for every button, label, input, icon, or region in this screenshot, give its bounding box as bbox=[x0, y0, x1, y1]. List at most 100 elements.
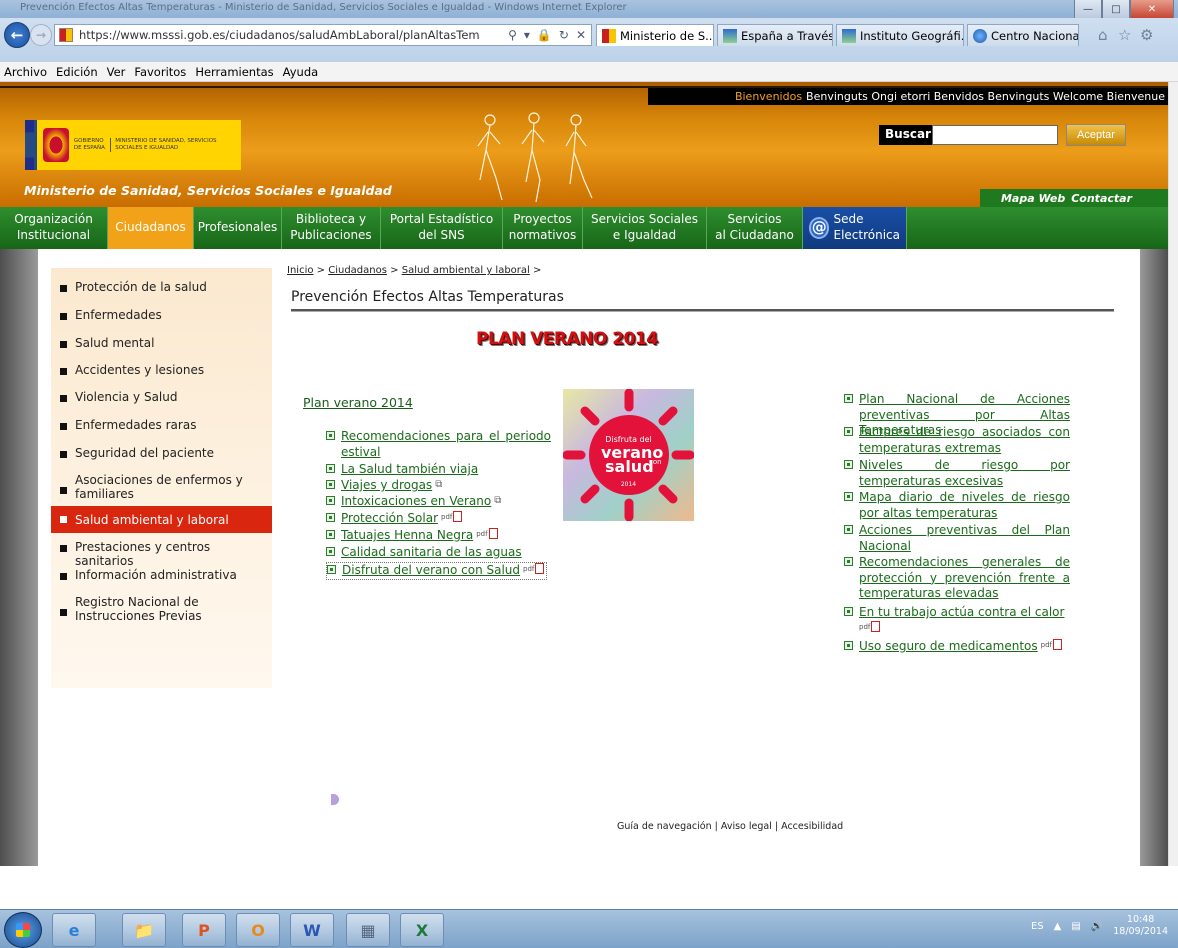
sidebar-item-seguridad[interactable]: Seguridad del paciente bbox=[51, 446, 272, 460]
excel-icon[interactable]: X bbox=[400, 913, 444, 947]
lock-icon[interactable]: 🔒 bbox=[537, 28, 552, 42]
search-input[interactable] bbox=[932, 125, 1058, 145]
link-viajes-drogas[interactable]: Viajes y drogas ⧉ bbox=[326, 478, 442, 494]
menu-favoritos[interactable]: Favoritos bbox=[134, 65, 186, 79]
network-icon[interactable]: ▤ bbox=[1071, 921, 1080, 932]
show-hidden-icons-icon[interactable]: ▲ bbox=[1054, 921, 1062, 932]
link-acciones-preventivas[interactable]: Acciones preventivas del Plan Nacional bbox=[844, 523, 1070, 554]
tab-instituto[interactable]: Instituto Geográfi... bbox=[836, 24, 964, 46]
dropdown-icon[interactable]: ▾ bbox=[524, 28, 530, 42]
breadcrumb-ciudadanos[interactable]: Ciudadanos bbox=[328, 265, 387, 276]
square-bullet-icon bbox=[60, 516, 67, 523]
tab-ministerio[interactable]: Ministerio de S... ✕ bbox=[596, 24, 714, 46]
refresh-icon[interactable]: ↻ bbox=[559, 28, 569, 42]
breadcrumb-inicio[interactable]: Inicio bbox=[287, 265, 313, 276]
sidebar-item-registro[interactable]: Registro Nacional de Instrucciones Previ… bbox=[51, 595, 272, 623]
search-icon[interactable]: ⚲ bbox=[508, 28, 517, 42]
calculator-icon[interactable]: ▦ bbox=[346, 913, 390, 947]
tab-label: Ministerio de S... bbox=[620, 28, 714, 43]
tab-espana[interactable]: España a Través d... bbox=[717, 24, 833, 46]
forward-button[interactable]: → bbox=[30, 24, 52, 46]
logo-text-gobierno: GOBIERNO DE ESPAÑA bbox=[73, 138, 105, 151]
file-explorer-icon[interactable]: 📁 bbox=[122, 913, 166, 947]
clock[interactable]: 10:48 18/09/2014 bbox=[1113, 914, 1168, 939]
sidebar-item-informacion[interactable]: Información administrativa bbox=[51, 568, 272, 582]
link-recomendaciones-estival[interactable]: Recomendaciones para el periodo estival bbox=[326, 429, 551, 460]
nav-profesionales[interactable]: Profesionales bbox=[194, 207, 282, 249]
sidebar-item-salud-ambiental[interactable]: Salud ambiental y laboral bbox=[51, 506, 272, 533]
favorites-star-icon[interactable]: ☆ bbox=[1118, 26, 1131, 44]
sidebar-item-salud-mental[interactable]: Salud mental bbox=[51, 336, 272, 350]
language-indicator[interactable]: ES bbox=[1031, 921, 1044, 932]
footer-accesibilidad-link[interactable]: Accesibilidad bbox=[781, 821, 843, 832]
link-salud-viaja[interactable]: La Salud también viaja bbox=[326, 462, 478, 478]
volume-icon[interactable]: 🔊 bbox=[1091, 921, 1103, 932]
stop-icon[interactable]: ✕ bbox=[576, 28, 586, 42]
menu-ayuda[interactable]: Ayuda bbox=[283, 65, 319, 79]
link-factores-riesgo[interactable]: Factores de riesgo asociados con tempera… bbox=[844, 425, 1070, 456]
close-window-button[interactable]: ✕ bbox=[1130, 0, 1174, 20]
link-trabajo-calor[interactable]: En tu trabajo actúa contra el calor pdf bbox=[844, 605, 1072, 632]
sidebar-item-enfermedades-raras[interactable]: Enfermedades raras bbox=[51, 418, 272, 432]
address-bar[interactable]: https://www.msssi.gob.es/ciudadanos/salu… bbox=[54, 24, 592, 46]
nav-biblioteca[interactable]: Biblioteca y Publicaciones bbox=[282, 207, 381, 249]
sidebar-item-asociaciones[interactable]: Asociaciones de enfermos y familiares bbox=[51, 473, 272, 501]
nav-organizacion[interactable]: Organización Institucional bbox=[0, 207, 108, 249]
nav-servicios-sociales[interactable]: Servicios Sociales e Igualdad bbox=[583, 207, 707, 249]
contactar-link[interactable]: Contactar bbox=[1071, 192, 1132, 205]
verano-con-salud-promo[interactable]: Disfruta del verano con salud 2014 bbox=[563, 389, 694, 521]
menu-archivo[interactable]: Archivo bbox=[4, 65, 47, 79]
maximize-button[interactable]: □ bbox=[1102, 0, 1130, 20]
powerpoint-icon[interactable]: P bbox=[182, 913, 226, 947]
settings-gear-icon[interactable]: ⚙ bbox=[1140, 26, 1153, 44]
outlook-icon[interactable]: O bbox=[236, 913, 280, 947]
link-niveles-riesgo[interactable]: Niveles de riesgo por temperaturas exces… bbox=[844, 458, 1070, 489]
minimize-button[interactable]: — bbox=[1074, 0, 1102, 20]
nav-servicios-ciudadano[interactable]: Servicios al Ciudadano bbox=[707, 207, 803, 249]
link-tatuajes-henna[interactable]: Tatuajes Henna Negra pdf bbox=[326, 528, 498, 544]
start-button[interactable] bbox=[4, 912, 42, 948]
link-calidad-aguas[interactable]: Calidad sanitaria de las aguas bbox=[326, 545, 522, 561]
mapa-web-link[interactable]: Mapa Web bbox=[1001, 192, 1065, 205]
vertical-scrollbar[interactable] bbox=[1168, 82, 1178, 866]
back-button[interactable]: ← bbox=[4, 22, 30, 48]
word-icon[interactable]: W bbox=[290, 913, 334, 947]
square-bullet-icon bbox=[60, 423, 67, 430]
menu-bar: Archivo Edición Ver Favoritos Herramient… bbox=[0, 62, 1178, 82]
external-link-icon: ⧉ bbox=[494, 495, 502, 506]
internet-explorer-icon[interactable]: e bbox=[52, 913, 96, 947]
link-bullet-icon bbox=[844, 607, 853, 616]
link-proteccion-solar[interactable]: Protección Solar pdf bbox=[326, 511, 463, 527]
search-accept-button[interactable]: Aceptar bbox=[1066, 124, 1126, 146]
ministry-favicon-icon bbox=[602, 28, 616, 43]
plan-verano-link[interactable]: Plan verano 2014 bbox=[303, 395, 413, 410]
link-disfruta-verano[interactable]: Disfruta del verano con Salud pdf bbox=[326, 562, 548, 580]
nav-sede-electronica[interactable]: @ Sede Electrónica bbox=[803, 207, 907, 249]
tab-centro-nacional[interactable]: Centro Nacional ... bbox=[967, 24, 1079, 46]
home-icon[interactable]: ⌂ bbox=[1098, 26, 1108, 44]
link-uso-medicamentos[interactable]: Uso seguro de medicamentos pdf bbox=[844, 639, 1062, 655]
menu-ver[interactable]: Ver bbox=[107, 65, 126, 79]
link-intoxicaciones[interactable]: Intoxicaciones en Verano ⧉ bbox=[326, 494, 501, 510]
welcome-languages[interactable]: Benvinguts Ongi etorri Benvidos Benvingu… bbox=[806, 90, 1165, 103]
sidebar-item-accidentes[interactable]: Accidentes y lesiones bbox=[51, 363, 272, 377]
sidebar-item-violencia[interactable]: Violencia y Salud bbox=[51, 390, 272, 404]
coat-of-arms-icon bbox=[43, 128, 69, 162]
nav-proyectos[interactable]: Proyectos normativos bbox=[503, 207, 583, 249]
sidebar-item-proteccion[interactable]: Protección de la salud bbox=[51, 280, 272, 294]
breadcrumb-salud-ambiental[interactable]: Salud ambiental y laboral bbox=[402, 265, 530, 276]
nav-ciudadanos[interactable]: Ciudadanos bbox=[108, 207, 194, 249]
footer-guia-link[interactable]: Guía de navegación bbox=[617, 821, 712, 832]
sidebar-item-prestaciones[interactable]: Prestaciones y centros sanitarios bbox=[51, 540, 272, 568]
welcome-highlight[interactable]: Bienvenidos bbox=[735, 90, 802, 103]
nav-portal-estadistico[interactable]: Portal Estadístico del SNS bbox=[381, 207, 503, 249]
menu-herramientas[interactable]: Herramientas bbox=[195, 65, 273, 79]
footer-aviso-link[interactable]: Aviso legal bbox=[721, 821, 772, 832]
link-bullet-icon bbox=[326, 513, 335, 522]
address-url[interactable]: https://www.msssi.gob.es/ciudadanos/salu… bbox=[79, 28, 479, 42]
menu-edicion[interactable]: Edición bbox=[56, 65, 98, 79]
link-mapa-diario[interactable]: Mapa diario de niveles de riesgo por alt… bbox=[844, 490, 1070, 521]
sidebar-item-enfermedades[interactable]: Enfermedades bbox=[51, 308, 272, 322]
link-recomendaciones-generales[interactable]: Recomendaciones generales de protección … bbox=[844, 555, 1070, 602]
government-logo[interactable]: GOBIERNO DE ESPAÑA MINISTERIO DE SANIDAD… bbox=[25, 120, 241, 170]
